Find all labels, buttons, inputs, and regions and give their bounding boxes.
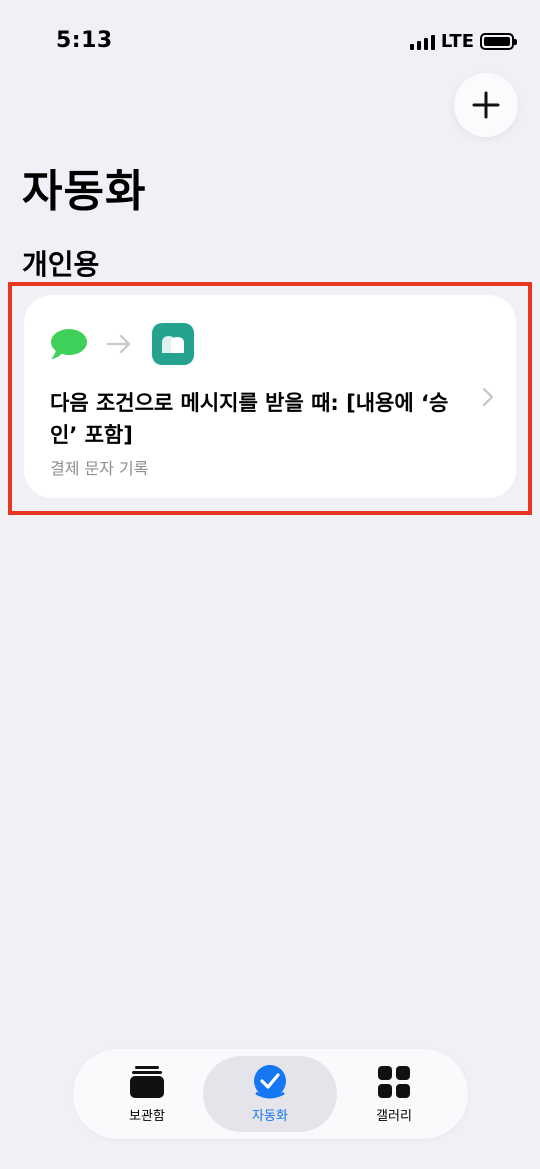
tab-gallery-label: 갤러리 <box>376 1108 412 1124</box>
network-label: LTE <box>440 31 474 52</box>
plus-icon <box>472 91 500 119</box>
add-automation-button[interactable] <box>454 73 518 137</box>
automation-check-icon <box>252 1064 288 1099</box>
tab-gallery[interactable]: 갤러리 <box>327 1056 461 1132</box>
section-title: 개인용 <box>22 248 100 281</box>
battery-icon <box>480 33 517 50</box>
library-icon <box>129 1065 165 1099</box>
tab-library[interactable]: 보관함 <box>80 1056 214 1132</box>
highlight-box <box>8 282 532 515</box>
gallery-grid-icon <box>376 1065 412 1099</box>
tab-automation[interactable]: 자동화 <box>203 1056 337 1132</box>
automation-screen: 5:13 LTE 자동화 개인용 다음 조건으로 메시지를 받을 때: [내용에… <box>0 0 540 1169</box>
tab-automation-label: 자동화 <box>252 1108 288 1124</box>
page-title: 자동화 <box>22 166 147 217</box>
tab-library-label: 보관함 <box>129 1108 165 1124</box>
status-indicators: LTE <box>409 31 517 52</box>
tab-bar: 보관함 자동화 갤러리 <box>73 1049 468 1139</box>
status-time: 5:13 <box>56 28 113 53</box>
signal-icon <box>409 34 435 50</box>
